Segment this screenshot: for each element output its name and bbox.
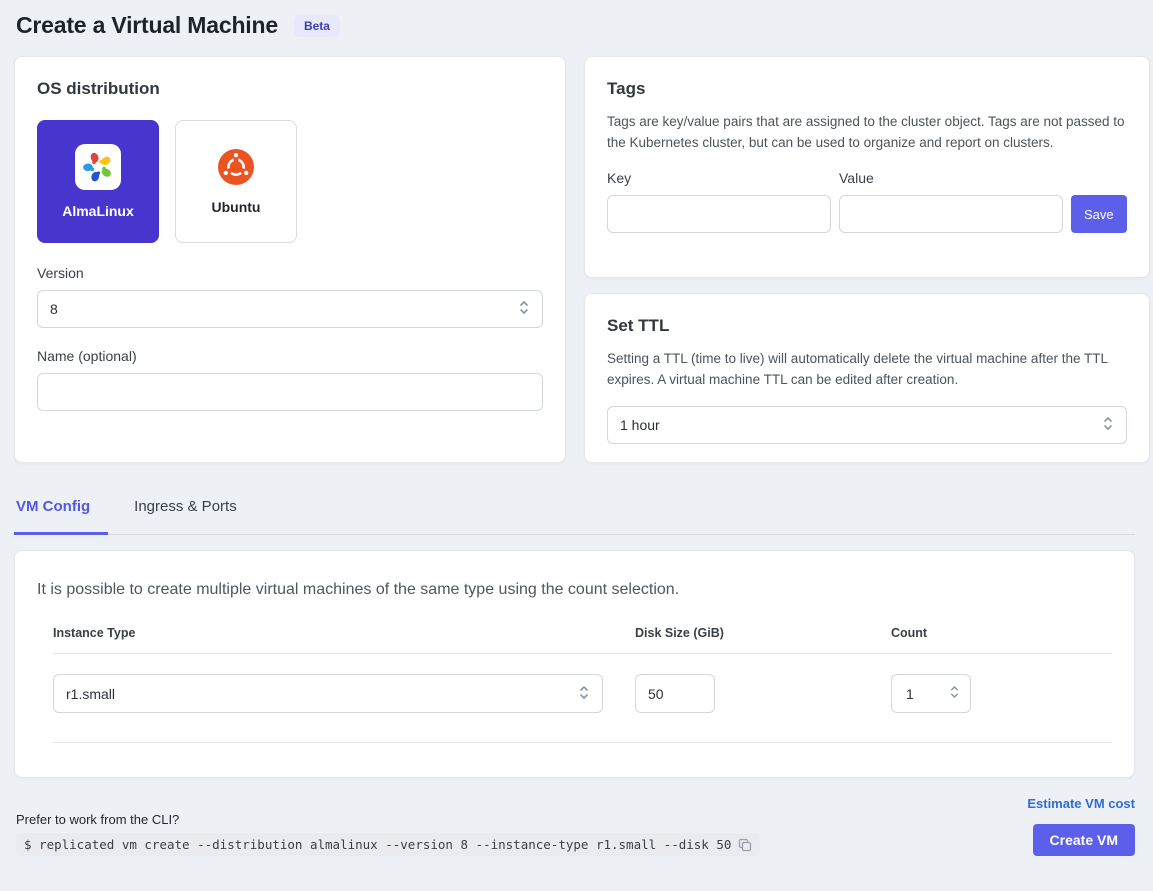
column-header-count: Count	[891, 626, 1112, 640]
os-distribution-card: OS distribution	[14, 56, 566, 463]
disk-size-input[interactable]	[635, 674, 715, 713]
os-card-title: OS distribution	[37, 79, 543, 99]
column-header-disk-size: Disk Size (GiB)	[635, 626, 891, 640]
estimate-vm-cost-link[interactable]: Estimate VM cost	[1027, 796, 1135, 811]
instance-table: Instance Type Disk Size (GiB) Count r1.s…	[37, 626, 1112, 743]
page-footer: Prefer to work from the CLI? $ replicate…	[14, 796, 1135, 856]
page-header: Create a Virtual Machine Beta	[14, 12, 1135, 39]
tags-card-title: Tags	[607, 79, 1127, 99]
tab-ingress-ports[interactable]: Ingress & Ports	[132, 490, 255, 535]
os-tile-ubuntu[interactable]: Ubuntu	[175, 120, 297, 243]
column-header-instance-type: Instance Type	[53, 626, 635, 640]
cli-command-text: $ replicated vm create --distribution al…	[24, 837, 731, 852]
vm-name-input[interactable]	[37, 373, 543, 411]
cli-block: Prefer to work from the CLI? $ replicate…	[14, 812, 760, 856]
os-tile-list: AlmaLinux	[37, 120, 543, 243]
version-select[interactable]: 8	[37, 290, 543, 328]
version-label: Version	[37, 265, 543, 281]
count-value: 1	[906, 686, 914, 702]
instance-type-select[interactable]: r1.small	[53, 674, 603, 713]
instance-type-value: r1.small	[66, 686, 115, 702]
tags-card: Tags Tags are key/value pairs that are a…	[584, 56, 1150, 278]
cli-prompt-text: Prefer to work from the CLI?	[16, 812, 760, 827]
chevron-up-down-icon	[578, 684, 590, 704]
count-stepper[interactable]: 1	[891, 674, 971, 713]
tag-value-label: Value	[839, 170, 1063, 186]
tag-form-row: Key Value Save	[607, 170, 1127, 233]
chevron-up-down-icon	[1102, 415, 1114, 435]
table-row: r1.small 1	[53, 654, 1112, 743]
ttl-select[interactable]: 1 hour	[607, 406, 1127, 444]
beta-badge: Beta	[294, 15, 340, 37]
almalinux-icon	[75, 144, 121, 190]
chevron-up-down-icon	[949, 684, 960, 703]
instance-table-header: Instance Type Disk Size (GiB) Count	[53, 626, 1112, 654]
vm-name-label: Name (optional)	[37, 348, 543, 364]
footer-actions: Estimate VM cost Create VM	[1027, 796, 1135, 856]
set-ttl-card: Set TTL Setting a TTL (time to live) wil…	[584, 293, 1150, 463]
os-tile-label: AlmaLinux	[62, 203, 134, 219]
cards-row: OS distribution	[14, 56, 1135, 463]
save-tag-button[interactable]: Save	[1071, 195, 1127, 233]
vm-config-intro: It is possible to create multiple virtua…	[37, 581, 1112, 599]
ttl-card-description: Setting a TTL (time to live) will automa…	[607, 349, 1127, 390]
os-tile-almalinux[interactable]: AlmaLinux	[37, 120, 159, 243]
tab-vm-config[interactable]: VM Config	[14, 490, 108, 535]
tag-key-input[interactable]	[607, 195, 831, 233]
os-tile-label: Ubuntu	[212, 199, 261, 215]
ttl-select-value: 1 hour	[620, 417, 660, 433]
cli-command-box: $ replicated vm create --distribution al…	[16, 833, 760, 856]
page: Create a Virtual Machine Beta OS distrib…	[0, 0, 1153, 856]
copy-icon[interactable]	[738, 838, 752, 852]
tab-bar: VM Config Ingress & Ports	[14, 490, 1135, 535]
page-title: Create a Virtual Machine	[16, 12, 278, 39]
tag-key-label: Key	[607, 170, 831, 186]
tag-value-input[interactable]	[839, 195, 1063, 233]
ttl-card-title: Set TTL	[607, 316, 1127, 336]
create-vm-button[interactable]: Create VM	[1033, 824, 1135, 856]
right-column: Tags Tags are key/value pairs that are a…	[584, 56, 1150, 463]
tags-card-description: Tags are key/value pairs that are assign…	[607, 112, 1127, 153]
vm-config-card: It is possible to create multiple virtua…	[14, 550, 1135, 778]
ubuntu-icon	[217, 148, 255, 186]
chevron-up-down-icon	[518, 299, 530, 319]
version-select-value: 8	[50, 301, 58, 317]
